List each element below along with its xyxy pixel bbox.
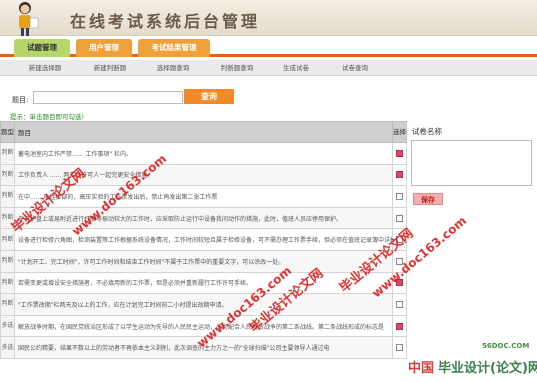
select-cell	[392, 163, 407, 187]
question-text-cell[interactable]: 设备进行检修六角图，检测装置等工作根据系统设备情况，工作时间较短且属于检修设备，…	[14, 228, 393, 251]
subnav-new-choice[interactable]: 新建选择题	[10, 60, 80, 76]
question-type-cell: 判断	[0, 228, 15, 251]
tab-exam-results[interactable]: 考试结果管理	[138, 39, 210, 57]
select-cell	[392, 336, 407, 359]
watermark-brand: 毕业设计(论文)网	[438, 361, 537, 376]
subnav-new-judge[interactable]: 新建判断题	[80, 60, 140, 76]
question-search-input[interactable]	[33, 91, 183, 104]
select-checkbox[interactable]	[396, 300, 403, 308]
select-cell	[392, 314, 407, 338]
student-figure-icon	[19, 2, 39, 36]
question-text-cell[interactable]: 若需变更或增设安全措施者，不必填用新的工作票，但是必须并重新履行工作许可手续。	[14, 271, 393, 295]
question-type-cell: 判断	[0, 163, 15, 187]
sub-nav: 新建选择题 新建判断题 选择题查询 判断题查询 生成试卷 试卷查询	[0, 60, 537, 76]
tab-user-management[interactable]: 用户管理	[76, 39, 132, 57]
col-type-header: 题型	[0, 121, 15, 143]
table-row[interactable]: 判断 在进护盘上或易附近进行打眼等振动较大的工作时，应采取防止运行中设备我间动作的…	[0, 206, 407, 230]
table-row[interactable]: 判断 蓄电池室内工作严禁...... 工作事项" 栏内。	[0, 142, 407, 165]
select-cell	[392, 142, 407, 165]
question-text-cell[interactable]: 国民公约精要，结果不数以上的劳动者不再依本主义剥削，此次调查的主力方之一的"全球…	[14, 336, 393, 359]
subnav-query-choice[interactable]: 选择题查询	[142, 60, 204, 76]
select-checkbox[interactable]	[396, 171, 403, 179]
question-type-cell: 多选	[0, 336, 15, 359]
select-checkbox[interactable]	[396, 257, 403, 265]
question-type-cell: 判断	[0, 185, 15, 208]
subnav-query-judge[interactable]: 判断题查询	[206, 60, 268, 76]
main-nav: 试题管理 用户管理 考试结果管理	[0, 36, 537, 57]
select-checkbox[interactable]	[396, 322, 403, 330]
watermark-china: 中国	[408, 361, 435, 376]
question-text-cell[interactable]: 解放战争时期，在国民党统治区形成了以学生运动为先导的人民民主运动，成为配合人民解…	[14, 314, 393, 338]
select-cell	[392, 249, 407, 273]
question-type-cell: 多选	[0, 314, 15, 338]
question-type-cell: 判断	[0, 293, 15, 316]
table-row[interactable]: 判断 "计划开工、完工时间"，许可工作时间和结束工作时间"不属于工作票中的重要文字…	[0, 249, 407, 273]
select-cell	[392, 228, 407, 251]
tab-question-management[interactable]: 试题管理	[14, 39, 70, 57]
table-row[interactable]: 判断 在中...... 电连接部的，高压实验的工作票发出后，禁止再发出第二张工作票	[0, 185, 407, 208]
question-text-cell[interactable]: 蓄电池室内工作严禁...... 工作事项" 栏内。	[14, 142, 393, 165]
paper-name-label: 试卷名称	[412, 127, 442, 136]
select-cell	[392, 206, 407, 230]
question-text-cell[interactable]: "工作票改期"栏两天及以上的工作，应在计划完工时间前二小时提出改期申请。	[14, 293, 393, 316]
page-title: 在线考试系统后台管理	[70, 12, 261, 31]
subnav-generate-paper[interactable]: 生成试卷	[270, 60, 322, 76]
app-header: 在线考试系统后台管理	[0, 0, 537, 36]
select-checkbox[interactable]	[396, 279, 403, 287]
table-row[interactable]: 判断 若需变更或增设安全措施者，不必填用新的工作票，但是必须并重新履行工作许可手续…	[0, 271, 407, 295]
question-text-cell[interactable]: 工作负责人 ...... 两工作许可人一起完更安全措施。	[14, 163, 393, 187]
question-text-cell[interactable]: "计划开工、完工时间"，许可工作时间和结束工作时间"不属于工作票中的重要文字，可…	[14, 249, 393, 273]
paper-name-textarea[interactable]	[411, 140, 532, 186]
subnav-query-paper[interactable]: 试卷查询	[324, 60, 386, 76]
select-cell	[392, 271, 407, 295]
select-cell	[392, 185, 407, 208]
table-row[interactable]: 多选 解放战争时期，在国民党统治区形成了以学生运动为先导的人民民主运动，成为配合人…	[0, 314, 407, 338]
table-row[interactable]: 判断 "工作票改期"栏两天及以上的工作，应在计划完工时间前二小时提出改期申请。	[0, 293, 407, 316]
query-button[interactable]: 查询	[184, 89, 234, 104]
table-row[interactable]: 判断 工作负责人 ...... 两工作许可人一起完更安全措施。	[0, 163, 407, 187]
table-row[interactable]: 多选 国民公约精要，结果不数以上的劳动者不再依本主义剥削，此次调查的主力方之一的"…	[0, 336, 407, 359]
select-checkbox[interactable]	[396, 236, 403, 244]
select-cell	[392, 293, 407, 316]
col-question-header: 题目	[14, 121, 393, 143]
question-type-cell: 判断	[0, 271, 15, 295]
question-text-cell[interactable]: 在进护盘上或易附近进行打眼等振动较大的工作时，应采取防止运行中设备我间动作的措施…	[14, 206, 393, 230]
question-type-cell: 判断	[0, 249, 15, 273]
col-select-header: 选择	[392, 121, 407, 143]
question-type-cell: 判断	[0, 206, 15, 230]
question-text-cell[interactable]: 在中...... 电连接部的，高压实验的工作票发出后，禁止再发出第二张工作票	[14, 185, 393, 208]
save-button[interactable]: 保存	[413, 193, 443, 205]
watermark-site: 56DOC.COM	[482, 342, 530, 350]
select-checkbox[interactable]	[396, 149, 403, 157]
table-header-row: 题型 题目 选择	[0, 121, 407, 143]
select-checkbox[interactable]	[396, 192, 403, 200]
hint-text: 提示：单击题目即可勾选!	[10, 113, 85, 121]
select-checkbox[interactable]	[396, 344, 403, 352]
question-type-cell: 判断	[0, 142, 15, 165]
question-table: 题型 题目 选择 判断 蓄电池室内工作严禁...... 工作事项" 栏内。 判断 工作…	[0, 121, 407, 359]
title-label: 题目:	[12, 96, 29, 104]
table-row[interactable]: 判断 设备进行检修六角图，检测装置等工作根据系统设备情况，工作时间较短且属于检修设…	[0, 228, 407, 251]
select-checkbox[interactable]	[396, 214, 403, 222]
